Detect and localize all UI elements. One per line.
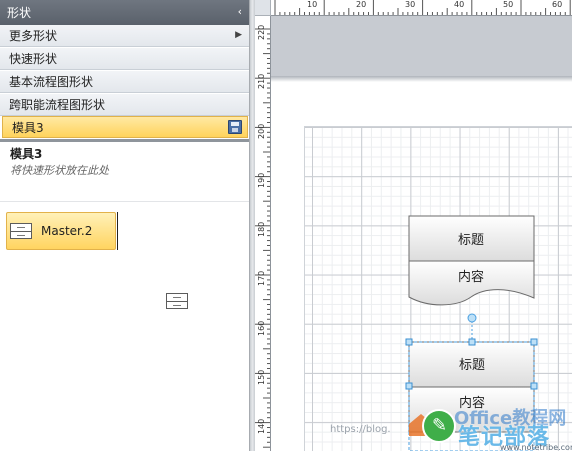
menu-more-shapes-label: 更多形状 xyxy=(9,29,58,43)
menu-cross-functional-label: 跨职能流程图形状 xyxy=(9,98,106,112)
dragging-shape-icon[interactable] xyxy=(166,293,188,309)
master-shape-tile[interactable]: Master.2 xyxy=(6,212,116,250)
watermark-brand: Office教程网 笔记部落 www.notetribe.com xyxy=(420,405,572,451)
pane-separator xyxy=(0,139,249,142)
menu-quick-shapes[interactable]: 快速形状 xyxy=(0,48,249,70)
menu-cross-functional-shapes[interactable]: 跨职能流程图形状 xyxy=(0,94,249,116)
master-shape-label: Master.2 xyxy=(41,224,93,238)
master-shape-icon xyxy=(10,223,32,239)
ruler-label-30: 30 xyxy=(405,0,416,9)
drawing-canvas[interactable]: 标题 内容 标题 内容 xyxy=(271,16,572,451)
hint-divider xyxy=(0,201,249,202)
canvas-shapes-layer: 标题 内容 标题 内容 xyxy=(405,215,538,451)
text-caret xyxy=(117,212,118,250)
watermark-site-url: www.notetribe.com xyxy=(500,443,572,451)
ruler-label-10: 10 xyxy=(307,0,318,9)
ruler-label-180: 180 xyxy=(257,221,266,237)
stencil-hint: 将快速形状放在此处 xyxy=(10,164,109,177)
ruler-corner[interactable] xyxy=(255,0,271,16)
ruler-label-60: 60 xyxy=(552,0,563,9)
horizontal-ruler[interactable]: 10 20 30 40 50 60 xyxy=(271,0,572,16)
vertical-ruler[interactable]: 220 210 200 190 180 170 160 150 140 xyxy=(255,16,271,451)
ruler-label-210: 210 xyxy=(257,73,266,89)
rotation-handle[interactable] xyxy=(467,313,477,323)
collapse-pane-icon[interactable]: ‹ xyxy=(238,5,242,18)
stencil-name: 模具3 xyxy=(10,147,43,161)
ruler-label-150: 150 xyxy=(257,369,266,385)
ruler-label-40: 40 xyxy=(454,0,465,9)
resize-handle-tm[interactable] xyxy=(468,338,476,346)
ruler-label-50: 50 xyxy=(503,0,514,9)
ruler-label-200: 200 xyxy=(257,123,266,139)
resize-handle-mr[interactable] xyxy=(530,382,538,390)
save-stencil-icon[interactable] xyxy=(228,120,242,134)
ruler-label-190: 190 xyxy=(257,172,266,188)
ruler-label-20: 20 xyxy=(356,0,367,9)
shapes-pane-header: 形状 ‹ xyxy=(0,0,249,25)
ruler-label-160: 160 xyxy=(257,320,266,336)
watermark-pen-logo-icon xyxy=(422,409,456,443)
ruler-label-220: 220 xyxy=(257,24,266,40)
ruler-label-170: 170 xyxy=(257,270,266,286)
resize-handle-tl[interactable] xyxy=(405,338,413,346)
shapes-pane: 形状 ‹ 更多形状 ▶ 快速形状 基本流程图形状 跨职能流程图形状 模具3 模具… xyxy=(0,0,250,451)
shape-1-content: 内容 xyxy=(458,269,484,285)
menu-basic-flowchart-shapes[interactable]: 基本流程图形状 xyxy=(0,71,249,93)
watermark-url: https://blog. xyxy=(330,424,391,435)
shapes-pane-title: 形状 xyxy=(7,6,32,20)
menu-basic-flowchart-label: 基本流程图形状 xyxy=(9,75,94,89)
ruler-label-140: 140 xyxy=(257,418,266,434)
menu-more-shapes[interactable]: 更多形状 ▶ xyxy=(0,25,249,47)
shape-2-title: 标题 xyxy=(459,358,485,373)
resize-handle-ml[interactable] xyxy=(405,382,413,390)
shape-1-title: 标题 xyxy=(458,233,484,248)
submenu-arrow-icon: ▶ xyxy=(235,30,242,40)
stencil-row-active[interactable]: 模具3 xyxy=(2,116,248,138)
resize-handle-tr[interactable] xyxy=(530,338,538,346)
menu-quick-shapes-label: 快速形状 xyxy=(9,52,58,66)
flowchart-shape-1[interactable]: 标题 内容 xyxy=(408,215,535,306)
stencil-row-label: 模具3 xyxy=(12,120,44,135)
